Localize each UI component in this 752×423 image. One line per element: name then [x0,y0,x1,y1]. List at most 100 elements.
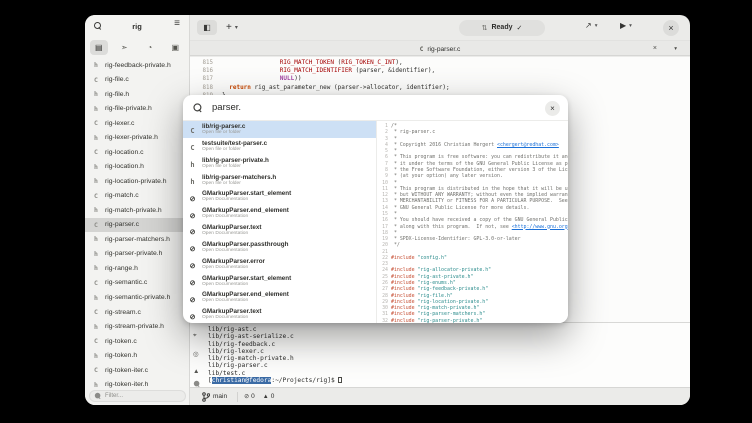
file-row[interactable]: Crig-match.c [85,189,189,204]
file-row[interactable]: hrig-file.h [85,87,189,102]
tab-close-icon[interactable]: × [653,45,657,52]
close-icon: × [550,104,555,113]
file-row[interactable]: hrig-lexer-private.h [85,131,189,146]
panel-toggle-button[interactable]: ◧ [197,20,217,35]
deploy-button[interactable]: ↗ ▾ [585,21,597,30]
result-title: lib/rig-parser-matchers.h [202,174,276,181]
window-close-button[interactable]: × [663,20,679,36]
c-file-icon: C [94,76,105,84]
warning-icon: ▲ [263,394,269,400]
bottom-panel: ⌖ ◎ ▲ lib/rig-ast.clib/rig-ast-serialize.c… [190,322,690,387]
search-result-row[interactable]: ⊘GMarkupParser.start_elementOpen Documen… [183,272,376,289]
header-file-icon: h [94,177,105,185]
header-file-icon: h [94,235,105,243]
documentation-icon: ⊘ [190,246,196,253]
search-query-input[interactable]: parser. [212,102,241,113]
run-icon[interactable]: ➣ [116,40,134,55]
file-row[interactable]: hrig-location.h [85,160,189,175]
project-tree-icon[interactable]: ▤ [90,40,108,55]
file-row[interactable]: Crig-semantic.c [85,276,189,291]
globe-icon[interactable]: ◎ [193,350,199,358]
file-row[interactable]: hrig-stream-private.h [85,319,189,334]
panel-icon-strip: ⌖ ◎ ▲ [190,323,205,387]
file-row[interactable]: hrig-file-private.h [85,102,189,117]
file-row[interactable]: Crig-parser.c [85,218,189,233]
run-button[interactable]: ▶ ▾ [620,21,632,30]
close-icon: × [668,23,673,33]
code-line: NULL)) [222,75,450,83]
c-file-icon: C [94,279,105,287]
file-name: rig-parser-matchers.h [105,236,170,243]
file-row[interactable]: Crig-token-iter.c [85,363,189,378]
search-result-row[interactable]: Clib/rig-parser.cOpen file or folder [183,121,376,138]
file-name: rig-feedback-private.h [105,62,171,69]
file-row[interactable]: hrig-feedback-private.h [85,58,189,73]
line-number: 817 [190,75,213,83]
search-result-row[interactable]: hlib/rig-parser-matchers.hOpen file or f… [183,171,376,188]
search-result-row[interactable]: ⊘GMarkupParser.textOpen Documentation [183,306,376,323]
search-result-row[interactable]: ⊘GMarkupParser.end_elementOpen Documenta… [183,205,376,222]
tab-rig-parser[interactable]: C rig-parser.c [190,41,690,57]
file-row[interactable]: hrig-match-private.h [85,203,189,218]
search-result-row[interactable]: hlib/rig-parser-private.hOpen file or fo… [183,155,376,172]
location-icon[interactable]: ⌖ [193,332,197,340]
result-subtitle: Open Documentation [202,248,288,254]
error-count[interactable]: ⊘ 0 [244,393,255,400]
preview-line: 32#include "rig-parser-private.h" [377,318,568,323]
file-row[interactable]: Crig-lexer.c [85,116,189,131]
popup-close-button[interactable]: × [545,101,560,116]
file-row[interactable]: Crig-token.c [85,334,189,349]
c-file-icon: C [94,192,105,200]
file-row[interactable]: hrig-token.h [85,348,189,363]
file-row[interactable]: Crig-stream.c [85,305,189,320]
tab-dropdown-icon[interactable]: ▾ [674,46,677,52]
history-icon[interactable]: ◔ [141,40,159,55]
line-number: 815 [190,59,213,67]
file-row[interactable]: hrig-parser-private.h [85,247,189,262]
code-line: RIG_MATCH_IDENTIFIER (parser, &identifie… [222,67,450,75]
hamburger-menu-icon[interactable]: ≡ [174,18,180,29]
build-status-label: Ready [491,24,512,31]
file-row[interactable]: hrig-parser-matchers.h [85,232,189,247]
header-file-icon: h [94,134,105,142]
search-result-row[interactable]: ⊘GMarkupParser.errorOpen Documentation [183,256,376,273]
code-line: return rig_ast_parameter_new (parser->al… [222,84,450,92]
warning-count[interactable]: ▲ 0 [263,393,275,400]
terminal-cursor [338,377,342,383]
c-file-icon: C [190,127,194,135]
chat-icon[interactable]: ▣ [167,40,185,55]
flask-icon[interactable]: ▲ [193,368,199,375]
header-file-icon: h [94,90,105,98]
result-subtitle: Open file or folder [202,130,245,136]
divider [237,392,238,402]
search-result-row[interactable]: ⊘GMarkupParser.textOpen Documentation [183,222,376,239]
preview-line: 17 * along with this program. If not, se… [377,224,568,230]
file-row[interactable]: hrig-semantic-private.h [85,290,189,305]
build-status-button[interactable]: ⇅ Ready ✓ [459,20,545,36]
warning-count-value: 0 [271,393,275,400]
file-row[interactable]: hrig-range.h [85,261,189,276]
error-icon: ⊘ [244,393,249,400]
c-file-icon: C [94,119,105,127]
play-icon: ▶ [620,21,626,30]
file-row[interactable]: hrig-location-private.h [85,174,189,189]
terminal[interactable]: lib/rig-ast.clib/rig-ast-serialize.clib/… [208,326,688,384]
preview-line-number: 32 [377,318,391,323]
status-bar: main ⊘ 0 ▲ 0 [190,387,690,405]
sidebar-header: rig ≡ [85,15,189,37]
result-subtitle: Open Documentation [202,231,262,237]
file-row[interactable]: Crig-location.c [85,145,189,160]
file-row[interactable]: Crig-file.c [85,73,189,88]
chevron-down-icon: ▾ [595,23,598,29]
terminal-line: lib/rig-ast.c [208,326,688,333]
search-result-row[interactable]: ⊘GMarkupParser.start_elementOpen Documen… [183,188,376,205]
file-name: rig-stream.c [105,309,141,316]
new-tab-button[interactable]: + ▾ [223,20,241,35]
search-result-row[interactable]: Ctestsuite/test-parser.cOpen file or fol… [183,138,376,155]
git-branch-button[interactable]: main [198,390,231,404]
search-result-row[interactable]: ⊘GMarkupParser.passthroughOpen Documenta… [183,239,376,256]
filter-input[interactable]: Filter... [89,390,186,402]
selected-text: christian@fedora [212,377,272,384]
search-result-row[interactable]: ⊘GMarkupParser.end_elementOpen Documenta… [183,289,376,306]
search-popup-body: Clib/rig-parser.cOpen file or folderCtes… [183,121,568,323]
